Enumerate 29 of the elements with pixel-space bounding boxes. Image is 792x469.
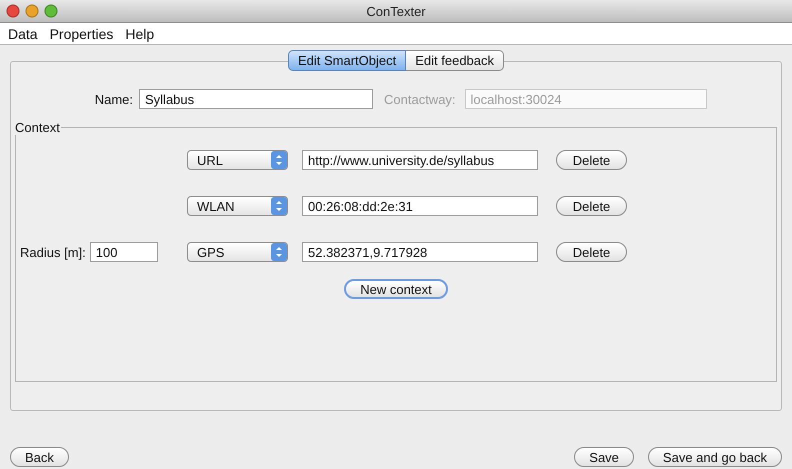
dropdown-arrows-icon: [271, 243, 287, 261]
tab[interactable]: Edit feedback: [406, 50, 504, 71]
dropdown-arrows-icon: [271, 151, 287, 169]
window-controls-icon[interactable]: [6, 4, 58, 18]
name-label: Name:: [94, 92, 133, 106]
menu-item[interactable]: Help: [121, 26, 162, 42]
tab[interactable]: Edit SmartObject: [288, 50, 406, 71]
name-field[interactable]: Syllabus: [139, 89, 373, 109]
delete-button[interactable]: Delete: [556, 150, 627, 170]
context-value-field[interactable]: 00:26:08:dd:2e:31: [302, 196, 538, 216]
bottom-button[interactable]: Save and go back: [648, 447, 782, 467]
menu-item[interactable]: Data: [4, 26, 46, 42]
dropdown-arrows-icon: [271, 197, 287, 215]
window-title: ConTexter: [366, 4, 426, 18]
type-dropdown[interactable]: WLAN: [187, 196, 288, 216]
delete-button[interactable]: Delete: [556, 242, 627, 262]
menu-item[interactable]: Properties: [46, 26, 122, 42]
radius-field[interactable]: 100: [90, 242, 158, 262]
bottom-button[interactable]: Save: [574, 447, 634, 467]
context-value-field[interactable]: http://www.university.de/syllabus: [302, 150, 538, 170]
type-dropdown[interactable]: URL: [187, 150, 288, 170]
bottom-button[interactable]: Back: [10, 447, 69, 467]
contactway-label: Contactway:: [384, 92, 456, 106]
context-value-field[interactable]: 52.382371,9.717928: [302, 242, 538, 262]
delete-button[interactable]: Delete: [556, 196, 627, 216]
radius-label: Radius [m]:: [20, 244, 86, 260]
context-legend: Context: [14, 120, 61, 135]
type-dropdown[interactable]: GPS: [187, 242, 288, 262]
new-context-button[interactable]: New context: [344, 279, 448, 299]
